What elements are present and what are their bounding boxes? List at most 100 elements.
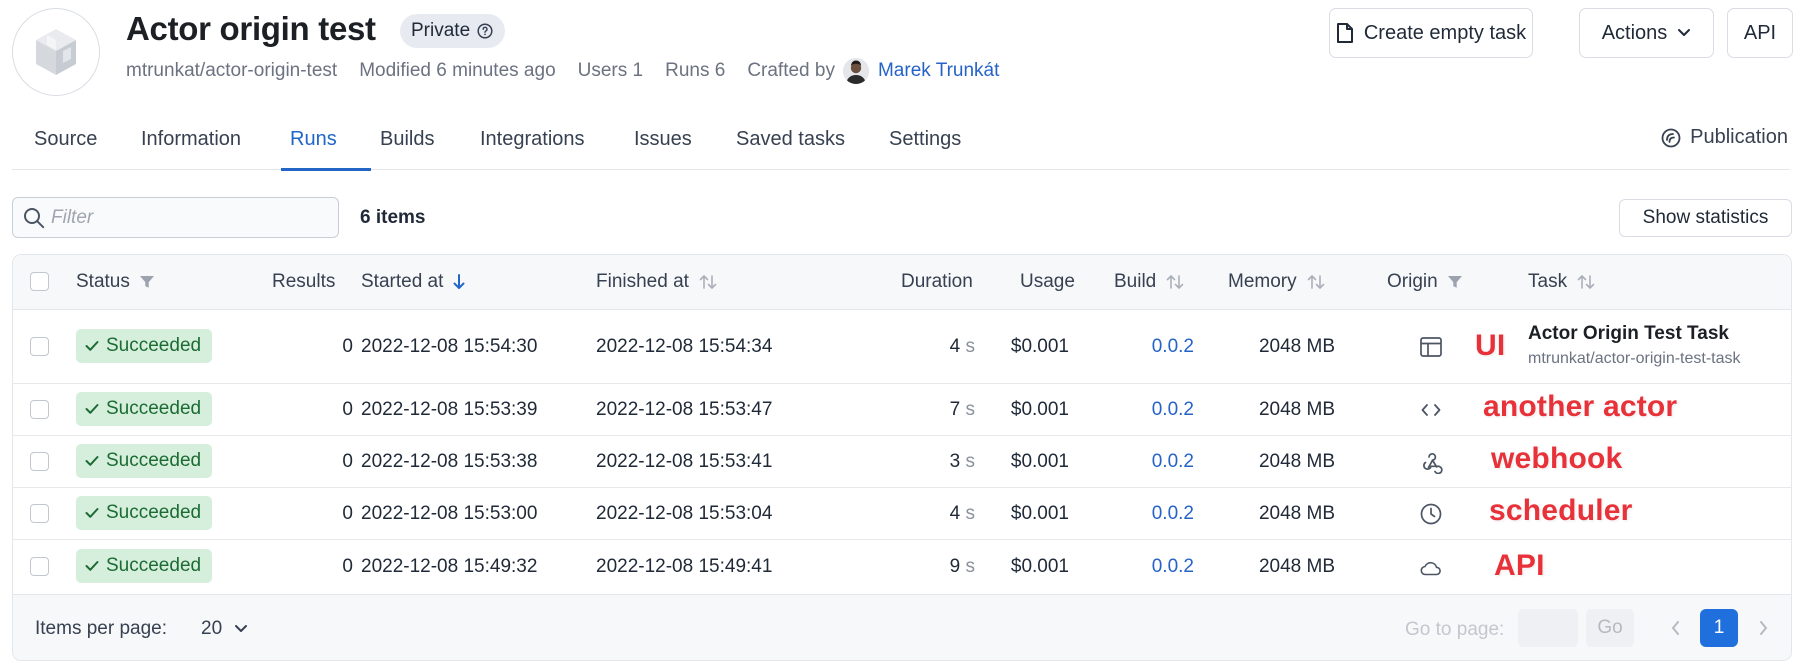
column-started-at[interactable]: Started at: [361, 271, 466, 293]
status-badge: Succeeded: [76, 549, 213, 583]
row-checkbox[interactable]: [30, 337, 49, 356]
status-badge: Succeeded: [76, 329, 213, 363]
row-checkbox[interactable]: [30, 504, 49, 523]
chevron-down-icon: [235, 625, 248, 632]
publication-label: Publication: [1690, 126, 1788, 148]
memory-cell: 2048 MB: [1258, 503, 1335, 524]
column-status-label: Status: [76, 271, 130, 292]
actor-meta: mtrunkat/actor-origin-test Modified 6 mi…: [126, 58, 999, 84]
tab-builds[interactable]: Builds: [380, 128, 434, 151]
actions-label: Actions: [1601, 21, 1668, 44]
column-build[interactable]: Build: [1114, 271, 1185, 293]
sort-icon[interactable]: [1165, 273, 1185, 291]
column-origin-label: Origin: [1387, 271, 1438, 292]
go-to-page-input[interactable]: [1518, 609, 1578, 647]
table-row[interactable]: Succeeded 0 2022-12-08 15:49:32 2022-12-…: [13, 540, 1791, 595]
table-header: Status Results Started at Finished at Du…: [13, 255, 1791, 310]
create-empty-task-button[interactable]: Create empty task: [1329, 8, 1533, 58]
runs-table: Status Results Started at Finished at Du…: [12, 254, 1792, 661]
column-duration[interactable]: Duration: [901, 271, 973, 293]
user-photo-icon: [842, 58, 869, 84]
memory-cell: 2048 MB: [1258, 336, 1335, 357]
filter-funnel-icon[interactable]: [1447, 274, 1463, 290]
tab-runs[interactable]: Runs: [290, 128, 337, 151]
usage-cell: $0.001: [1010, 503, 1069, 524]
sort-icon[interactable]: [1306, 273, 1326, 291]
row-checkbox[interactable]: [30, 400, 49, 419]
chevron-left-icon[interactable]: [1668, 616, 1682, 640]
column-task[interactable]: Task: [1528, 271, 1596, 293]
table-row[interactable]: Succeeded 0 2022-12-08 15:53:38 2022-12-…: [13, 436, 1791, 488]
tab-information[interactable]: Information: [141, 128, 241, 151]
finished-at-cell: 2022-12-08 15:53:04: [596, 503, 773, 524]
row-checkbox[interactable]: [30, 557, 49, 576]
page-title: Actor origin test: [126, 10, 376, 47]
chevron-right-icon[interactable]: [1757, 616, 1771, 640]
column-finished-at[interactable]: Finished at: [596, 271, 718, 293]
memory-cell: 2048 MB: [1258, 556, 1335, 577]
items-per-page-select[interactable]: 20: [201, 618, 248, 640]
tab-issues[interactable]: Issues: [634, 128, 692, 151]
tab-source[interactable]: Source: [34, 128, 97, 151]
tab-saved-tasks[interactable]: Saved tasks: [736, 128, 845, 151]
row-checkbox[interactable]: [30, 452, 49, 471]
sort-descending-icon[interactable]: [452, 273, 466, 291]
column-results[interactable]: Results: [272, 271, 335, 293]
pagination-bar: Items per page: 20 Go to page: Go 1: [13, 595, 1791, 660]
go-button[interactable]: Go: [1586, 609, 1634, 647]
column-status[interactable]: Status: [76, 271, 155, 293]
build-link[interactable]: 0.0.2: [1103, 399, 1194, 421]
origin-annotation: API: [1494, 549, 1545, 582]
finished-at-cell: 2022-12-08 15:49:41: [596, 556, 773, 577]
go-to-page-label: Go to page:: [1405, 619, 1505, 640]
crafter-avatar[interactable]: [842, 58, 869, 84]
select-all-checkbox[interactable]: [30, 272, 49, 291]
publication-button[interactable]: Publication: [1660, 126, 1788, 149]
build-link[interactable]: 0.0.2: [1103, 336, 1194, 358]
items-per-page-value: 20: [201, 618, 223, 639]
filter-funnel-icon[interactable]: [139, 274, 155, 290]
build-link[interactable]: 0.0.2: [1103, 556, 1194, 578]
origin-annotation: UI: [1475, 329, 1506, 362]
origin-annotation: webhook: [1491, 442, 1623, 475]
sort-icon[interactable]: [1576, 273, 1596, 291]
visibility-badge[interactable]: Private: [400, 14, 506, 48]
visibility-label: Private: [411, 20, 471, 41]
status-badge: Succeeded: [76, 444, 213, 478]
build-link[interactable]: 0.0.2: [1103, 503, 1194, 525]
filter-input[interactable]: [51, 206, 311, 229]
results-cell: 0: [342, 556, 353, 577]
filter-field[interactable]: [12, 197, 339, 238]
column-origin[interactable]: Origin: [1387, 271, 1463, 293]
cloud-icon: [1418, 555, 1444, 581]
create-empty-task-label: Create empty task: [1363, 21, 1527, 44]
sort-icon[interactable]: [698, 273, 718, 291]
results-cell: 0: [342, 336, 353, 357]
duration-unit: s: [965, 556, 976, 577]
task-link[interactable]: Actor Origin Test Task: [1528, 323, 1729, 345]
tab-integrations[interactable]: Integrations: [480, 128, 585, 151]
api-label: API: [1743, 21, 1777, 44]
actions-dropdown-button[interactable]: Actions: [1579, 8, 1714, 58]
results-cell: 0: [342, 503, 353, 524]
crafter-link[interactable]: Marek Trunkát: [878, 60, 999, 82]
table-row[interactable]: Succeeded 0 2022-12-08 15:53:39 2022-12-…: [13, 384, 1791, 436]
show-statistics-button[interactable]: Show statistics: [1619, 199, 1792, 237]
column-usage[interactable]: Usage: [1020, 271, 1075, 293]
duration-value: 9: [949, 556, 961, 577]
duration-unit: s: [965, 336, 976, 357]
check-icon: [85, 404, 99, 414]
tab-settings[interactable]: Settings: [889, 128, 961, 151]
table-row[interactable]: Succeeded 0 2022-12-08 15:54:30 2022-12-…: [13, 310, 1791, 384]
table-row[interactable]: Succeeded 0 2022-12-08 15:53:00 2022-12-…: [13, 488, 1791, 540]
build-link[interactable]: 0.0.2: [1103, 451, 1194, 473]
search-icon: [24, 207, 45, 228]
chevron-down-icon: [1678, 29, 1691, 36]
duration-value: 7: [949, 399, 961, 420]
column-memory[interactable]: Memory: [1228, 271, 1326, 293]
api-button[interactable]: API: [1727, 8, 1793, 58]
results-cell: 0: [342, 399, 353, 420]
page-number-button[interactable]: 1: [1700, 609, 1738, 647]
duration-unit: s: [965, 503, 976, 524]
duration-cell: 4 s: [893, 503, 975, 525]
